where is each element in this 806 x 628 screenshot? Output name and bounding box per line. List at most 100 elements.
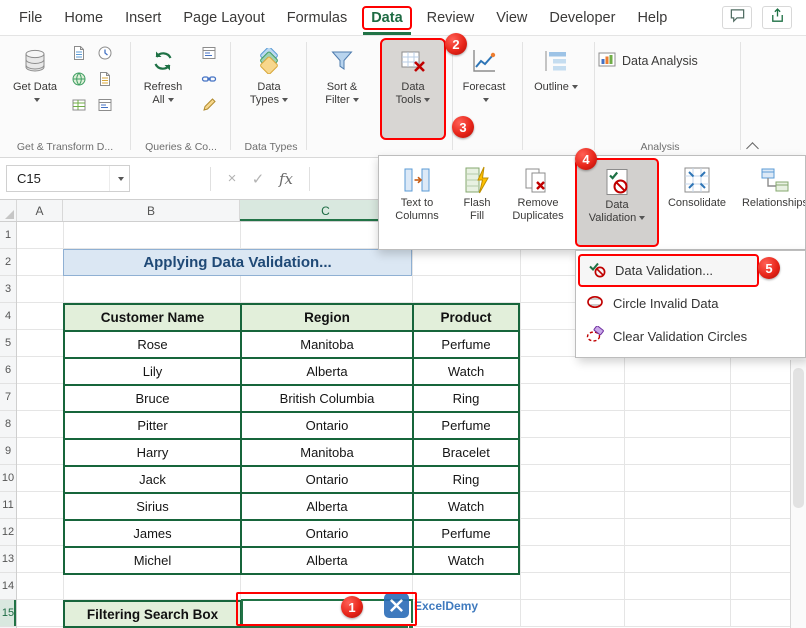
table-cell[interactable]: Watch xyxy=(414,494,520,521)
data-tools-button[interactable]: Data Tools xyxy=(380,38,446,140)
workbook-links-icon[interactable] xyxy=(200,70,218,88)
table-cell[interactable]: Ontario xyxy=(242,521,414,548)
data-types-icon xyxy=(256,45,282,77)
row-header-5[interactable]: 5 xyxy=(0,330,16,357)
menu-item-clear-validation-circles[interactable]: Clear Validation Circles xyxy=(576,320,805,353)
menu-item-circle-invalid-data[interactable]: Circle Invalid Data xyxy=(576,287,805,320)
data-types-button[interactable]: Data Types xyxy=(238,40,300,136)
name-box[interactable]: C15 xyxy=(6,165,130,192)
recent-sources-icon[interactable] xyxy=(96,44,114,62)
excel-window: File Home Insert Page Layout Formulas Da… xyxy=(0,0,806,628)
cancel-icon[interactable]: × xyxy=(219,170,245,187)
row-header-4[interactable]: 4 xyxy=(0,303,16,330)
row-header-9[interactable]: 9 xyxy=(0,438,16,465)
filtering-search-box-label-cell[interactable]: Filtering Search Box xyxy=(63,600,242,628)
table-cell[interactable]: Alberta xyxy=(242,494,414,521)
relationships-button[interactable]: Relationships xyxy=(735,158,805,247)
menu-tab-developer[interactable]: Developer xyxy=(540,0,624,35)
table-cell[interactable]: Harry xyxy=(65,440,242,467)
enter-icon[interactable]: ✓ xyxy=(245,170,271,188)
menu-tab-help[interactable]: Help xyxy=(628,0,676,35)
table-cell[interactable]: Perfume xyxy=(414,521,520,548)
table-cell[interactable]: Rose xyxy=(65,332,242,359)
table-cell[interactable]: Lily xyxy=(65,359,242,386)
table-cell[interactable]: Alberta xyxy=(242,548,414,575)
row-header-6[interactable]: 6 xyxy=(0,357,16,384)
from-table-icon[interactable] xyxy=(70,96,88,114)
refresh-all-button[interactable]: Refresh All xyxy=(134,40,192,136)
select-all-corner[interactable] xyxy=(0,200,17,221)
collapse-ribbon-icon[interactable] xyxy=(746,142,759,155)
menu-tab-data[interactable]: Data xyxy=(360,0,413,35)
row-header-3[interactable]: 3 xyxy=(0,276,16,303)
table-cell[interactable]: Ring xyxy=(414,386,520,413)
table-cell[interactable]: Ring xyxy=(414,467,520,494)
row-header-11[interactable]: 11 xyxy=(0,492,16,519)
data-analysis-button[interactable]: Data Analysis xyxy=(598,50,698,72)
column-header-a[interactable]: A xyxy=(17,200,63,221)
table-cell[interactable]: Manitoba xyxy=(242,332,414,359)
table-cell[interactable]: Pitter xyxy=(65,413,242,440)
menu-tab-page-layout[interactable]: Page Layout xyxy=(174,0,273,35)
table-header-cell[interactable]: Customer Name xyxy=(65,305,242,332)
table-cell[interactable]: Watch xyxy=(414,359,520,386)
ribbon-divider xyxy=(130,42,131,150)
row-header-13[interactable]: 13 xyxy=(0,546,16,573)
menu-tab-view[interactable]: View xyxy=(487,0,536,35)
menu-tab-review[interactable]: Review xyxy=(418,0,484,35)
table-cell[interactable]: Perfume xyxy=(414,413,520,440)
row-header-7[interactable]: 7 xyxy=(0,384,16,411)
flash-fill-button[interactable]: Flash Fill xyxy=(453,158,501,247)
from-web-icon[interactable] xyxy=(70,70,88,88)
table-cell[interactable]: Ontario xyxy=(242,413,414,440)
table-cell[interactable]: Watch xyxy=(414,548,520,575)
column-header-b[interactable]: B xyxy=(63,200,240,221)
table-cell[interactable]: British Columbia xyxy=(242,386,414,413)
table-header-cell[interactable]: Region xyxy=(242,305,414,332)
table-cell[interactable]: Ontario xyxy=(242,467,414,494)
menu-tab-formulas[interactable]: Formulas xyxy=(278,0,356,35)
data-source-icon[interactable] xyxy=(96,96,114,114)
text-to-columns-button[interactable]: Text to Columns xyxy=(381,158,453,247)
insert-function-icon[interactable]: fx xyxy=(271,170,301,188)
row-header-10[interactable]: 10 xyxy=(0,465,16,492)
table-cell[interactable]: Sirius xyxy=(65,494,242,521)
table-cell[interactable]: Alberta xyxy=(242,359,414,386)
vertical-scrollbar[interactable] xyxy=(790,360,806,628)
from-text-icon[interactable] xyxy=(70,44,88,62)
table-cell[interactable]: Michel xyxy=(65,548,242,575)
table-cell[interactable]: Manitoba xyxy=(242,440,414,467)
menu-tab-file[interactable]: File xyxy=(10,0,51,35)
table-cell[interactable]: Bruce xyxy=(65,386,242,413)
menu-tab-insert[interactable]: Insert xyxy=(116,0,170,35)
menu-item-data-validation[interactable]: Data Validation... xyxy=(578,254,759,287)
existing-connections-icon[interactable] xyxy=(96,70,114,88)
row-header-8[interactable]: 8 xyxy=(0,411,16,438)
table-cell[interactable]: Perfume xyxy=(414,332,520,359)
annotation-box-search-cell xyxy=(236,592,417,626)
share-button[interactable] xyxy=(762,6,792,29)
table-header-cell[interactable]: Product xyxy=(414,305,520,332)
connection-properties-icon[interactable] xyxy=(200,44,218,62)
table-cell[interactable]: Bracelet xyxy=(414,440,520,467)
consolidate-button[interactable]: Consolidate xyxy=(659,158,735,247)
row-header-14[interactable]: 14 xyxy=(0,573,16,600)
get-data-button[interactable]: Get Data xyxy=(6,40,64,136)
table-cell[interactable]: Jack xyxy=(65,467,242,494)
scrollbar-thumb[interactable] xyxy=(793,368,804,508)
table-cell[interactable]: James xyxy=(65,521,242,548)
outline-button[interactable]: Outline xyxy=(526,40,586,136)
comments-button[interactable] xyxy=(722,6,752,29)
edit-links-icon[interactable] xyxy=(200,96,218,114)
row-header-2[interactable]: 2 xyxy=(0,249,16,276)
row-header-12[interactable]: 12 xyxy=(0,519,16,546)
sheet-title-cell[interactable]: Applying Data Validation... xyxy=(63,249,412,276)
remove-duplicates-button[interactable]: Remove Duplicates xyxy=(501,158,575,247)
data-validation-button[interactable]: Data Validation xyxy=(575,158,659,247)
menu-tab-home[interactable]: Home xyxy=(55,0,112,35)
name-box-chevron[interactable] xyxy=(109,166,129,191)
row-header-15[interactable]: 15 xyxy=(0,600,16,627)
database-icon xyxy=(22,45,48,77)
sort-filter-button[interactable]: Sort & Filter xyxy=(310,40,374,136)
row-header-1[interactable]: 1 xyxy=(0,222,16,249)
